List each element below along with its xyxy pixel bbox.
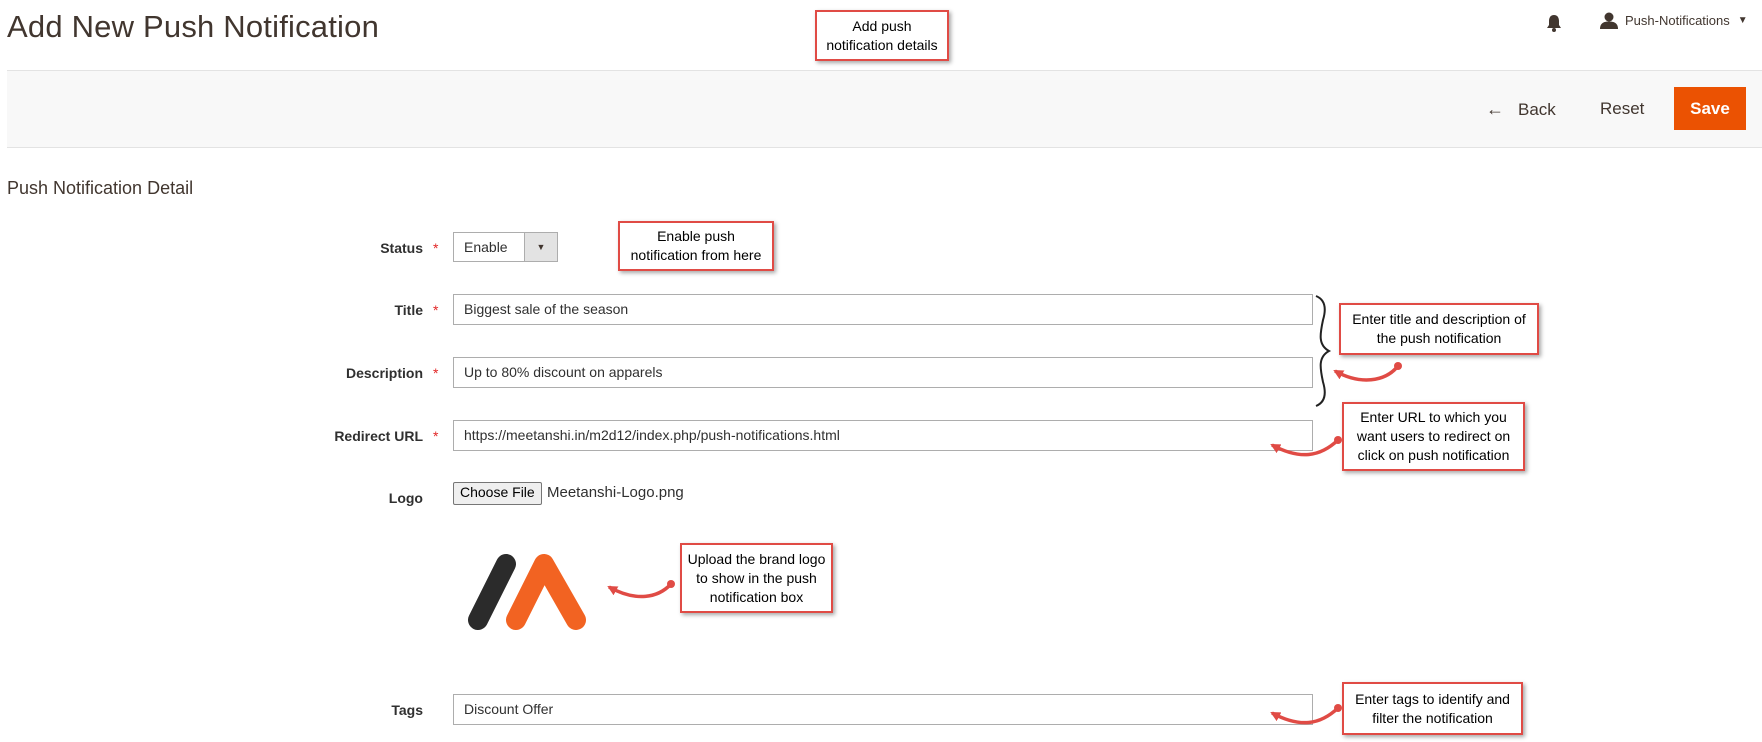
title-description-brace [1315,295,1332,407]
arrow-logo [607,582,673,599]
arrow-tags [1270,706,1340,725]
annotation-overlay [607,295,1402,725]
arrow-title-description [1333,364,1400,382]
arrow-redirect [1270,438,1340,457]
